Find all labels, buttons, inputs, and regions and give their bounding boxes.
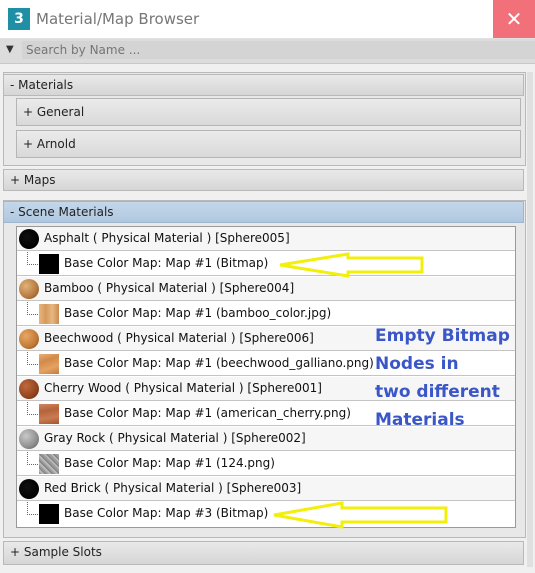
section-sample-slots-label: + Sample Slots [10,545,102,559]
annotation-line: Materials [375,410,465,430]
annotation-text: Empty Bitmap Nodes in two different Mate… [375,322,535,434]
section-sample-slots[interactable]: + Sample Slots [3,541,524,565]
vertical-scrollbar[interactable] [527,72,533,567]
annotation-line: Empty Bitmap [375,326,510,346]
annotation-arrows [273,252,448,529]
arrow-to-asphalt-bitmap [279,252,424,278]
arrow-to-red-brick-bitmap [273,501,448,529]
annotation-line: two different [375,382,500,402]
annotation-line: Nodes in [375,354,459,374]
